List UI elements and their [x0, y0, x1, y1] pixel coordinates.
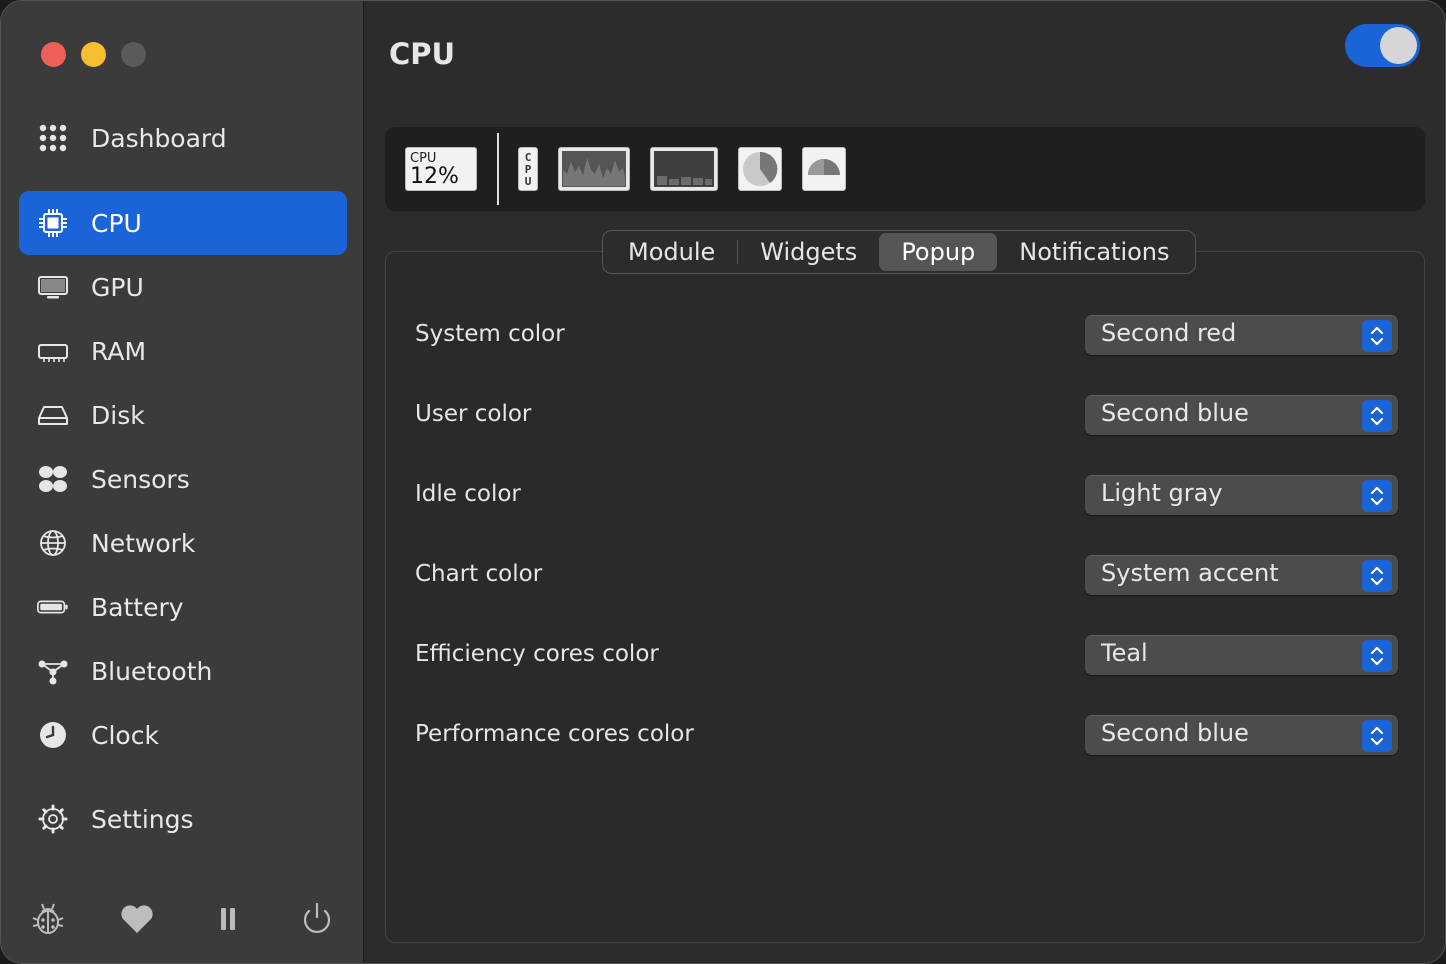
setting-label: Idle color: [415, 481, 521, 507]
chevron-up-down-icon: [1362, 560, 1392, 592]
sidebar: Dashboard CPU GPU RAM Disk Sensors Netwo…: [1, 1, 364, 963]
select-value: Second blue: [1101, 399, 1249, 427]
setting-label: Performance cores color: [415, 721, 694, 747]
efficiency-cores-color-select[interactable]: Teal: [1085, 635, 1398, 675]
sidebar-item-label: GPU: [91, 272, 144, 302]
performance-cores-color-select[interactable]: Second blue: [1085, 715, 1398, 755]
toggle-knob: [1380, 27, 1417, 64]
setting-row-idle-color: Idle color Light gray: [415, 475, 1400, 515]
grid-dots-icon: [37, 122, 69, 154]
setting-row-performance-cores-color: Performance cores color Second blue: [415, 715, 1400, 755]
fan-icon: [37, 463, 69, 495]
widget-preview-bar: CPU 12% C P U: [385, 127, 1425, 211]
system-color-select[interactable]: Second red: [1085, 315, 1398, 355]
sidebar-item-cpu[interactable]: CPU: [19, 191, 347, 255]
sidebar-item-label: Bluetooth: [91, 656, 213, 686]
setting-row-system-color: System color Second red: [415, 315, 1400, 355]
chevron-up-down-icon: [1362, 320, 1392, 352]
setting-label: System color: [415, 321, 565, 347]
sidebar-item-label: Clock: [91, 720, 159, 750]
setting-row-chart-color: Chart color System accent: [415, 555, 1400, 595]
page-title: CPU: [389, 37, 456, 71]
sidebar-item-gpu[interactable]: GPU: [19, 255, 347, 319]
sidebar-item-label: Battery: [91, 592, 184, 622]
sidebar-item-label: Sensors: [91, 464, 190, 494]
user-color-select[interactable]: Second blue: [1085, 395, 1398, 435]
svg-text:U: U: [525, 175, 532, 188]
main-content: CPU CPU 12% C P U Module Widgets Popup N…: [364, 1, 1445, 963]
widget-line-chart[interactable]: [558, 147, 630, 191]
sidebar-footer: [1, 889, 364, 949]
app-window: Dashboard CPU GPU RAM Disk Sensors Netwo…: [0, 0, 1446, 964]
widget-bar-chart[interactable]: [650, 147, 718, 191]
idle-color-select[interactable]: Light gray: [1085, 475, 1398, 515]
zoom-window-button[interactable]: [121, 42, 146, 67]
select-value: Teal: [1101, 639, 1148, 667]
sidebar-item-bluetooth[interactable]: Bluetooth: [19, 639, 347, 703]
close-window-button[interactable]: [41, 42, 66, 67]
memory-icon: [37, 335, 69, 367]
sidebar-item-label: Dashboard: [91, 123, 227, 153]
window-controls: [41, 42, 146, 67]
setting-label: Chart color: [415, 561, 543, 587]
widget-label[interactable]: C P U: [518, 147, 538, 191]
sidebar-item-label: Settings: [91, 804, 194, 834]
sidebar-item-ram[interactable]: RAM: [19, 319, 347, 383]
setting-row-efficiency-cores-color: Efficiency cores color Teal: [415, 635, 1400, 675]
select-value: System accent: [1101, 559, 1279, 587]
display-icon: [37, 271, 69, 303]
widget-speedometer[interactable]: [802, 147, 846, 191]
chevron-up-down-icon: [1362, 480, 1392, 512]
disk-drive-icon: [37, 399, 69, 431]
gear-icon: [37, 803, 69, 835]
select-value: Light gray: [1101, 479, 1223, 507]
widget-mini[interactable]: CPU 12%: [405, 147, 477, 191]
sidebar-item-sensors[interactable]: Sensors: [19, 447, 347, 511]
tab-widgets[interactable]: Widgets: [738, 233, 879, 271]
clock-icon: [37, 719, 69, 751]
widget-pie-chart[interactable]: [738, 147, 782, 191]
select-value: Second red: [1101, 319, 1237, 347]
pause-icon[interactable]: [208, 899, 248, 939]
bug-icon[interactable]: [28, 899, 68, 939]
cpu-chip-icon: [37, 207, 69, 239]
chevron-up-down-icon: [1362, 400, 1392, 432]
tab-bar: Module Widgets Popup Notifications: [602, 230, 1196, 274]
sidebar-item-label: Disk: [91, 400, 145, 430]
sidebar-item-battery[interactable]: Battery: [19, 575, 347, 639]
chevron-up-down-icon: [1362, 720, 1392, 752]
minimize-window-button[interactable]: [81, 42, 106, 67]
sidebar-item-clock[interactable]: Clock: [19, 703, 347, 767]
chart-color-select[interactable]: System accent: [1085, 555, 1398, 595]
sidebar-item-network[interactable]: Network: [19, 511, 347, 575]
select-value: Second blue: [1101, 719, 1249, 747]
sidebar-item-dashboard[interactable]: Dashboard: [19, 106, 347, 170]
battery-icon: [37, 591, 69, 623]
sidebar-item-label: CPU: [91, 208, 142, 238]
tab-popup[interactable]: Popup: [879, 233, 998, 271]
module-enable-toggle[interactable]: [1345, 24, 1420, 67]
heart-icon[interactable]: [117, 899, 157, 939]
tab-module[interactable]: Module: [606, 233, 737, 271]
sidebar-item-label: Network: [91, 528, 196, 558]
setting-label: User color: [415, 401, 532, 427]
widget-separator: [497, 133, 499, 205]
mini-widget-value: 12%: [410, 164, 459, 189]
setting-row-user-color: User color Second blue: [415, 395, 1400, 435]
setting-label: Efficiency cores color: [415, 641, 659, 667]
sidebar-item-settings[interactable]: Settings: [19, 787, 347, 851]
chevron-up-down-icon: [1362, 640, 1392, 672]
sidebar-item-label: RAM: [91, 336, 147, 366]
sidebar-item-disk[interactable]: Disk: [19, 383, 347, 447]
tab-notifications[interactable]: Notifications: [997, 233, 1191, 271]
bluetooth-nodes-icon: [37, 655, 69, 687]
power-icon[interactable]: [297, 899, 337, 939]
globe-icon: [37, 527, 69, 559]
